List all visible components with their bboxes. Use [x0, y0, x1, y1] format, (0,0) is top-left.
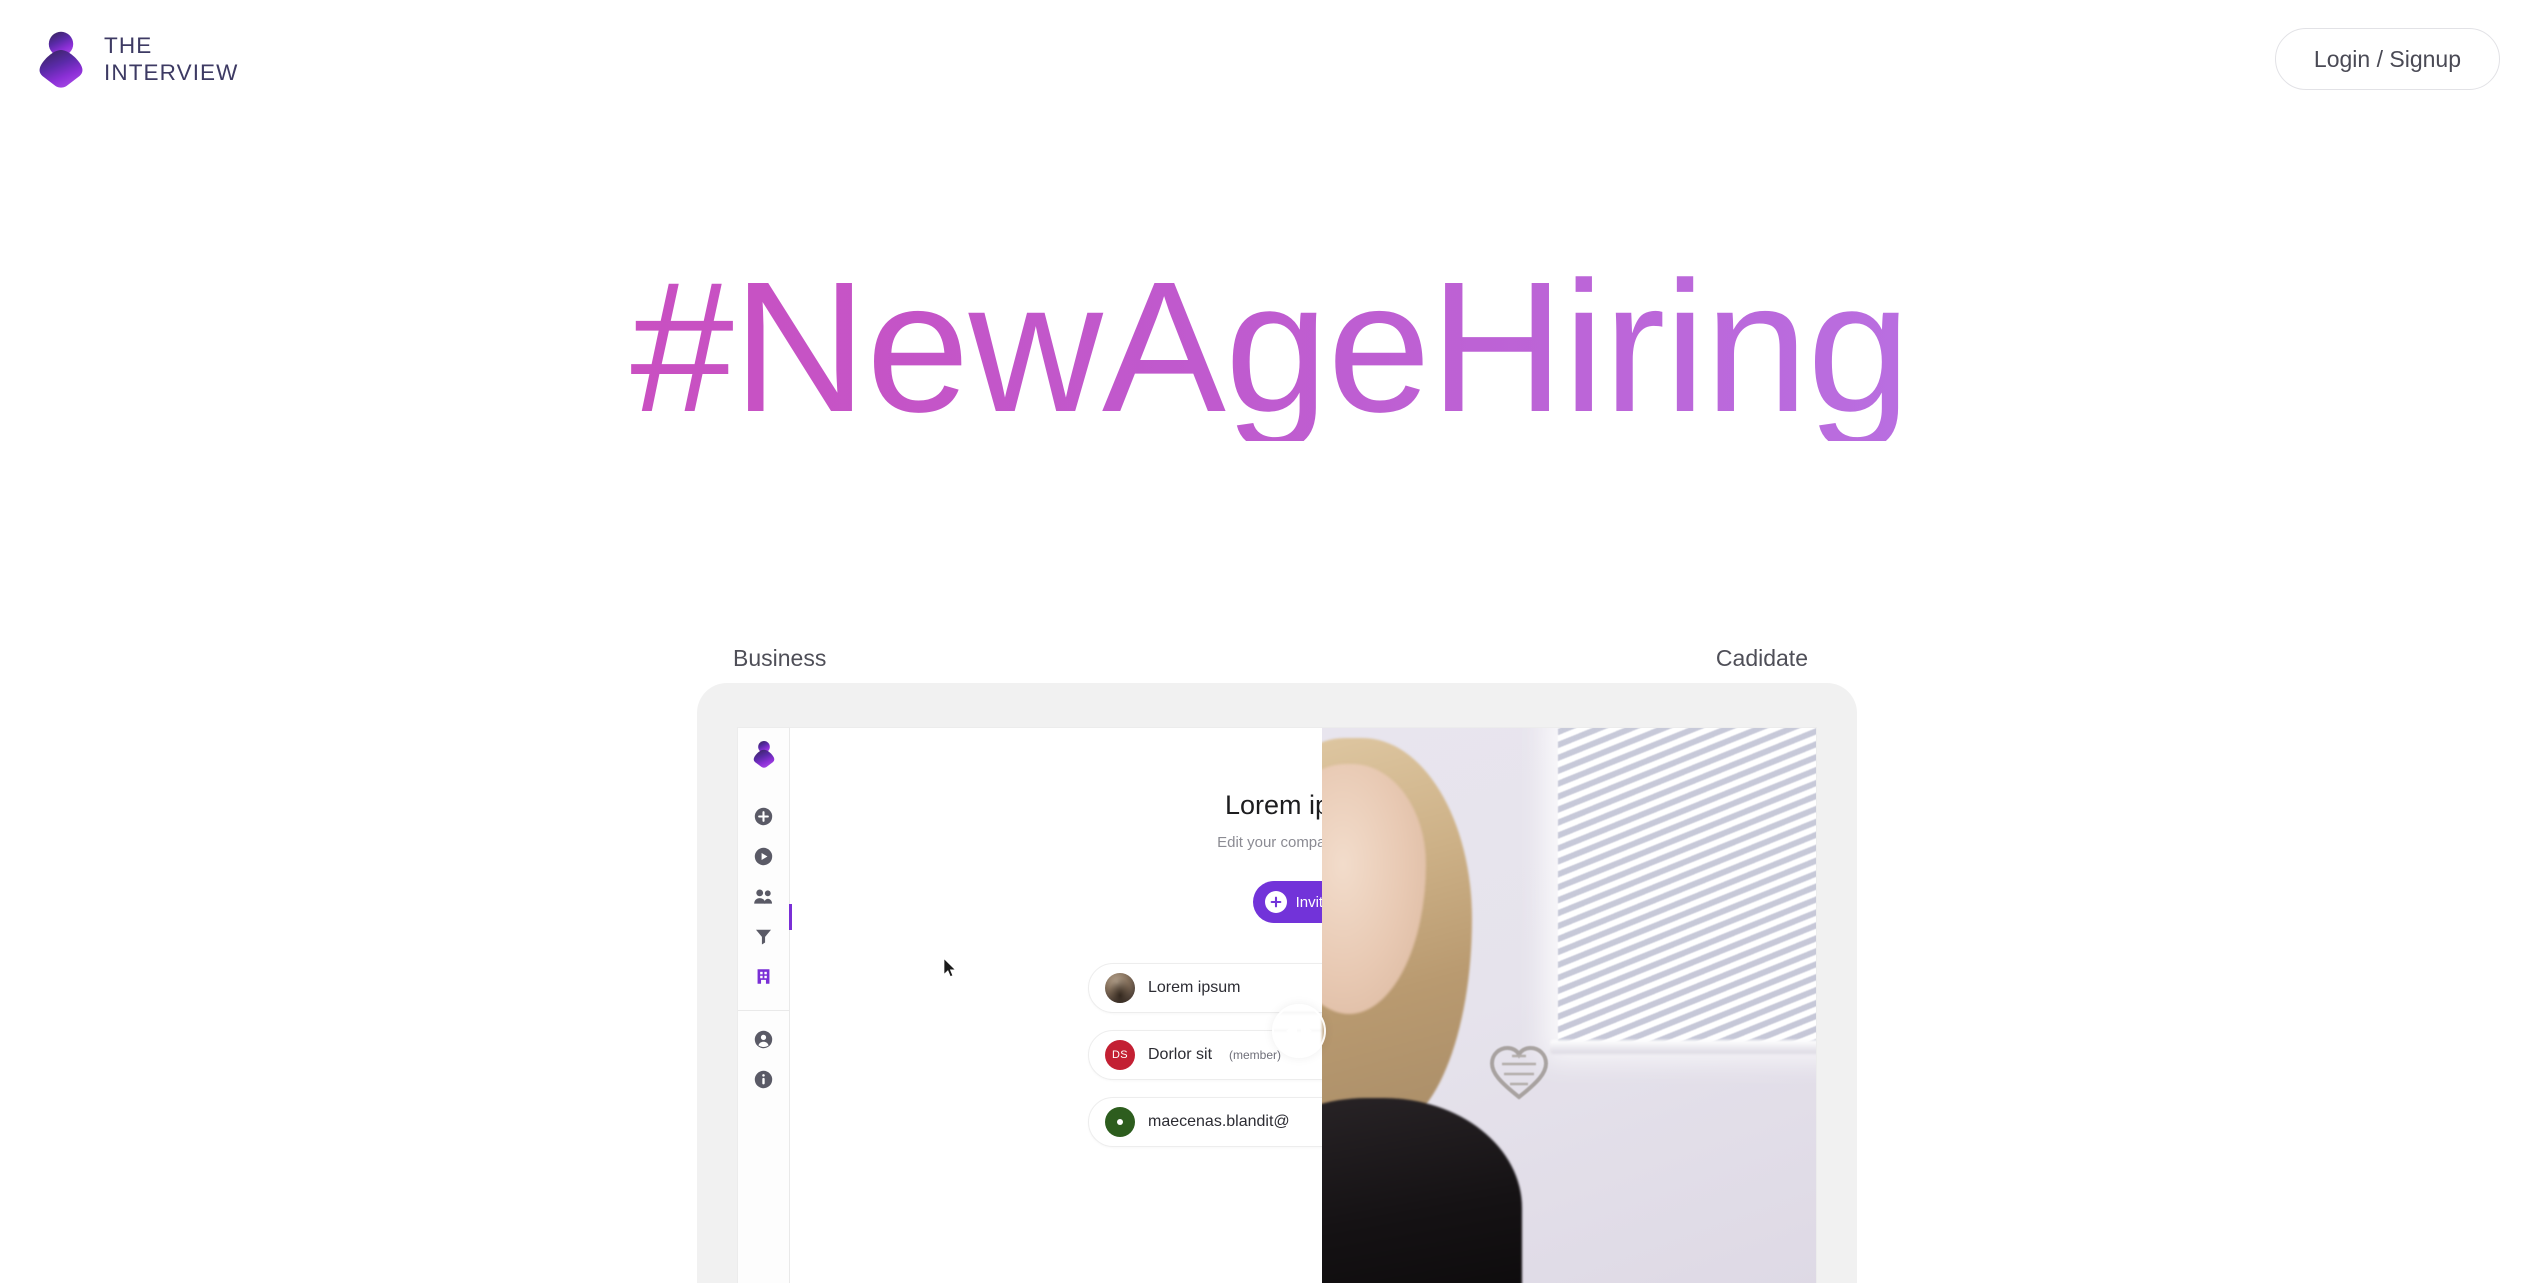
window-blinds: [1558, 728, 1816, 1046]
arrow-right-icon: [1301, 1022, 1312, 1040]
sidebar-item-info[interactable]: [751, 1066, 777, 1092]
login-signup-button[interactable]: Login / Signup: [2274, 28, 2500, 90]
page-title: #NewAgeHiring: [0, 255, 2540, 441]
video-preview[interactable]: [1322, 728, 1816, 1283]
sidebar-item-company[interactable]: [751, 963, 777, 989]
building-icon: [757, 968, 770, 984]
brand-logo[interactable]: THE INTERVIEW: [38, 30, 239, 88]
person-logo-icon: [39, 31, 83, 88]
tab-candidate[interactable]: Cadidate: [1716, 645, 1808, 672]
brand-line-1: THE: [104, 32, 153, 58]
brand-wordmark: THE INTERVIEW: [104, 32, 239, 87]
person-body: [1322, 1098, 1522, 1283]
sidebar-divider: [738, 1010, 790, 1011]
app-sidebar: [738, 728, 790, 1283]
window-sill: [1550, 1040, 1816, 1054]
people-group-icon: [754, 888, 773, 904]
app-preview-card: Lorem ipsum Edit your company details In…: [697, 683, 1857, 1283]
person-logo-icon[interactable]: [753, 740, 775, 768]
sidebar-active-indicator: [789, 904, 792, 930]
funnel-filter-icon: [755, 929, 772, 944]
arrow-left-icon: [1286, 1022, 1297, 1040]
sidebar-item-people[interactable]: [751, 883, 777, 909]
plus-circle-icon: [754, 807, 773, 825]
member-name: Dorlor sit: [1148, 1046, 1213, 1063]
avatar: [1105, 973, 1135, 1003]
tab-business[interactable]: Business: [733, 645, 826, 672]
app-frame: Lorem ipsum Edit your company details In…: [737, 727, 1817, 1283]
plus-circle-icon: [1264, 891, 1287, 913]
play-circle-icon: [754, 847, 773, 865]
avatar: DS: [1105, 1040, 1135, 1070]
member-name: Lorem ipsum: [1148, 979, 1241, 996]
member-name: maecenas.blandit@: [1148, 1113, 1290, 1130]
segment-toggle: Business Cadidate: [733, 645, 1808, 672]
site-header: THE INTERVIEW Login / Signup: [0, 0, 2540, 118]
sidebar-item-add[interactable]: [751, 803, 777, 829]
info-circle-icon: [754, 1070, 773, 1088]
sidebar-item-account[interactable]: [751, 1026, 777, 1052]
member-tag: (member): [1229, 1048, 1282, 1062]
compare-slider-handle[interactable]: [1272, 1004, 1326, 1058]
account-circle-icon: [754, 1030, 773, 1048]
brand-line-2: INTERVIEW: [104, 60, 239, 85]
avatar: [1105, 1107, 1135, 1137]
video-person: [1322, 738, 1524, 1283]
sidebar-item-filter[interactable]: [751, 923, 777, 949]
sidebar-item-videos[interactable]: [751, 843, 777, 869]
